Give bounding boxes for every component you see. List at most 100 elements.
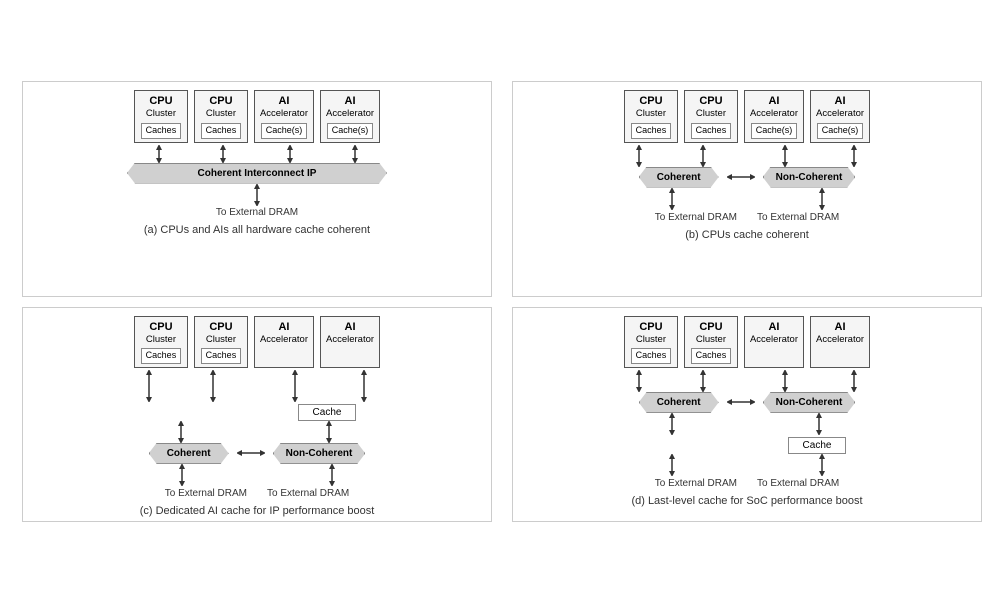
llc-row-d: Cache	[607, 435, 887, 454]
arrows-c-mid	[117, 370, 397, 402]
arrows-c-banner	[117, 421, 397, 443]
node-ai2-a-sub: Accelerator	[326, 108, 374, 120]
node-cpu2-a: CPU Cluster Caches	[194, 90, 248, 142]
node-ai2-d-sub: Accelerator	[816, 334, 864, 346]
node-ai1-c-title: AI	[260, 320, 308, 334]
llc-cache-d: Cache	[788, 437, 847, 454]
node-ai2-b-cache: Cache(s)	[817, 123, 864, 139]
node-ai2-a: AI Accelerator Cache(s)	[320, 90, 380, 142]
arrows-b-down	[607, 145, 887, 167]
nodes-row-d: CPU Cluster Caches CPU Cluster Caches AI…	[624, 316, 870, 368]
node-cpu2-b: CPU Cluster Caches	[684, 90, 738, 142]
nodes-row-c: CPU Cluster Caches CPU Cluster Caches AI…	[134, 316, 380, 368]
main-container: CPU Cluster Caches CPU Cluster Caches AI…	[12, 71, 992, 532]
diagram-c: CPU Cluster Caches CPU Cluster Caches AI…	[22, 307, 492, 522]
dram-label-a: To External DRAM	[216, 207, 298, 218]
node-ai2-d: AI Accelerator	[810, 316, 870, 368]
node-cpu1-a-cache: Caches	[141, 123, 182, 139]
node-cpu1-a-sub: Cluster	[140, 108, 182, 120]
node-ai1-a-title: AI	[260, 94, 308, 108]
dram-label-b-left: To External DRAM	[655, 212, 737, 223]
arrows-d-down	[607, 370, 887, 392]
node-ai1-b: AI Accelerator Cache(s)	[744, 90, 804, 142]
arrows-c-dram	[117, 464, 397, 486]
arrows-d-llc	[607, 413, 887, 435]
node-cpu1-c: CPU Cluster Caches	[134, 316, 188, 368]
arrows-a-down	[127, 145, 387, 163]
interconnect-a: Coherent Interconnect IP	[127, 163, 387, 184]
node-ai2-a-title: AI	[326, 94, 374, 108]
dram-label-c-left: To External DRAM	[165, 488, 247, 499]
node-cpu2-b-title: CPU	[690, 94, 732, 108]
diagram-title-c: (c) Dedicated AI cache for IP performanc…	[140, 505, 375, 517]
dram-label-c-right: To External DRAM	[267, 488, 349, 499]
node-cpu1-a-title: CPU	[140, 94, 182, 108]
banner-noncoherent-b: Non-Coherent	[763, 167, 856, 188]
node-cpu1-c-sub: Cluster	[140, 334, 182, 346]
node-cpu1-d-title: CPU	[630, 320, 672, 334]
node-cpu2-d-title: CPU	[690, 320, 732, 334]
diagram-title-b: (b) CPUs cache coherent	[685, 229, 809, 241]
banner-noncoherent-d: Non-Coherent	[763, 392, 856, 413]
diagram-d: CPU Cluster Caches CPU Cluster Caches AI…	[512, 307, 982, 522]
node-ai1-a-cache: Cache(s)	[261, 123, 308, 139]
dram-label-d-right: To External DRAM	[757, 478, 839, 489]
node-cpu2-d-sub: Cluster	[690, 334, 732, 346]
dram-row-c: To External DRAM To External DRAM	[165, 487, 350, 499]
node-cpu2-b-cache: Caches	[691, 123, 732, 139]
node-cpu2-d: CPU Cluster Caches	[684, 316, 738, 368]
node-ai1-b-cache: Cache(s)	[751, 123, 798, 139]
dram-label-b-right: To External DRAM	[757, 212, 839, 223]
interconnect-a-wrapper: Coherent Interconnect IP	[127, 163, 387, 184]
node-cpu2-c-title: CPU	[200, 320, 242, 334]
node-ai1-a: AI Accelerator Cache(s)	[254, 90, 314, 142]
diagram-title-a: (a) CPUs and AIs all hardware cache cohe…	[144, 224, 370, 236]
banner-row-b: Coherent Non-Coherent	[639, 167, 856, 188]
banner-noncoherent-c: Non-Coherent	[273, 443, 366, 464]
node-ai2-b-sub: Accelerator	[816, 108, 864, 120]
banner-coherent-b: Coherent	[639, 167, 719, 188]
arrows-b-dram	[607, 188, 887, 210]
diagram-title-d: (d) Last-level cache for SoC performance…	[631, 495, 862, 507]
node-cpu2-d-cache: Caches	[691, 348, 732, 364]
node-ai2-a-cache: Cache(s)	[327, 123, 374, 139]
horiz-arrow-d	[727, 392, 755, 412]
node-cpu2-c-cache: Caches	[201, 348, 242, 364]
node-cpu1-b-title: CPU	[630, 94, 672, 108]
node-ai2-d-title: AI	[816, 320, 864, 334]
node-ai1-c-sub: Accelerator	[260, 334, 308, 346]
arrow-a-dram	[127, 184, 387, 206]
node-ai2-c-sub: Accelerator	[326, 334, 374, 346]
arrows-d-dram	[607, 454, 887, 476]
node-cpu1-c-title: CPU	[140, 320, 182, 334]
node-ai1-b-sub: Accelerator	[750, 108, 798, 120]
node-ai1-d-sub: Accelerator	[750, 334, 798, 346]
node-cpu1-a: CPU Cluster Caches	[134, 90, 188, 142]
banner-row-c: Coherent Non-Coherent	[149, 443, 366, 464]
nodes-row-b: CPU Cluster Caches CPU Cluster Caches AI…	[624, 90, 870, 142]
node-ai1-b-title: AI	[750, 94, 798, 108]
banner-coherent-c: Coherent	[149, 443, 229, 464]
node-cpu2-a-sub: Cluster	[200, 108, 242, 120]
diagram-b: CPU Cluster Caches CPU Cluster Caches AI…	[512, 81, 982, 296]
banner-coherent-d: Coherent	[639, 392, 719, 413]
node-cpu2-b-sub: Cluster	[690, 108, 732, 120]
node-cpu2-c-sub: Cluster	[200, 334, 242, 346]
node-cpu1-b-cache: Caches	[631, 123, 672, 139]
ai-cache-c: Cache	[298, 404, 357, 421]
horiz-arrow-b	[727, 167, 755, 187]
node-ai2-b-title: AI	[816, 94, 864, 108]
node-ai1-d-title: AI	[750, 320, 798, 334]
banner-row-d: Coherent Non-Coherent	[639, 392, 856, 413]
node-cpu1-b: CPU Cluster Caches	[624, 90, 678, 142]
node-cpu2-a-cache: Caches	[201, 123, 242, 139]
node-ai2-b: AI Accelerator Cache(s)	[810, 90, 870, 142]
node-cpu2-a-title: CPU	[200, 94, 242, 108]
node-cpu1-d-sub: Cluster	[630, 334, 672, 346]
node-cpu1-c-cache: Caches	[141, 348, 182, 364]
node-ai2-c: AI Accelerator	[320, 316, 380, 368]
node-cpu2-c: CPU Cluster Caches	[194, 316, 248, 368]
node-ai1-d: AI Accelerator	[744, 316, 804, 368]
horiz-arrow-c	[237, 443, 265, 463]
node-ai1-c: AI Accelerator	[254, 316, 314, 368]
